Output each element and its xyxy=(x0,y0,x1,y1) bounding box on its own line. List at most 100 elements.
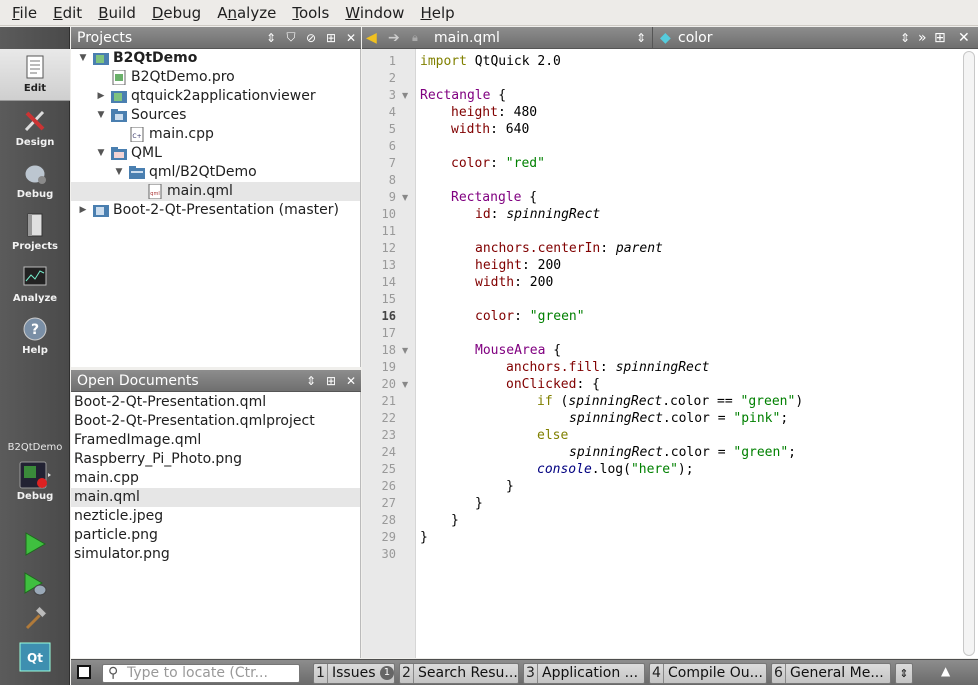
open-document-item[interactable]: Boot-2-Qt-Presentation.qml xyxy=(71,393,360,412)
tree-item[interactable]: ▶ qtquick2applicationviewer xyxy=(71,87,360,106)
tree-item[interactable]: ▶ Boot-2-Qt-Presentation (master) xyxy=(71,201,360,220)
maximize-output-icon[interactable]: ▲ xyxy=(941,664,950,678)
menu-window[interactable]: Window xyxy=(337,0,412,26)
tree-item-label: qml/B2QtDemo xyxy=(149,164,257,180)
open-document-item[interactable]: Boot-2-Qt-Presentation.qmlproject xyxy=(71,412,360,431)
tree-item[interactable]: B2QtDemo.pro xyxy=(71,68,360,87)
close-pane-icon[interactable]: ✕ xyxy=(341,27,361,49)
more-output-tabs-icon[interactable]: ⇕ xyxy=(895,663,913,684)
vertical-scrollbar[interactable] xyxy=(963,51,975,656)
file-selector-arrows-icon[interactable]: ⇕ xyxy=(636,27,646,49)
tree-item-selected[interactable]: qml main.qml xyxy=(71,182,360,201)
status-bar: ⚲ Type to locate (Ctr... 1 Issues 1 2 Sear… xyxy=(71,659,978,685)
open-document-item[interactable]: particle.png xyxy=(71,526,360,545)
mode-label: Debug xyxy=(16,189,54,200)
fold-arrow-icon[interactable]: ▼ xyxy=(402,342,412,359)
mode-edit[interactable]: Edit xyxy=(0,49,70,101)
mode-projects[interactable]: Projects xyxy=(0,207,70,259)
open-document-item[interactable]: main.cpp xyxy=(71,469,360,488)
code-line: anchors.centerIn: parent xyxy=(475,241,663,256)
split-editor-icon[interactable]: ⊞ xyxy=(934,27,946,49)
line-number-gutter: 1 2 3 4 5 6 7 8 9 10 11 12 13 14 15 16 1… xyxy=(362,49,416,658)
symbol-selector[interactable]: color xyxy=(678,27,712,49)
menu-help[interactable]: Help xyxy=(412,0,462,26)
mode-help[interactable]: ? Help xyxy=(0,311,70,363)
fold-arrow-icon[interactable]: ▼ xyxy=(402,189,412,206)
view-selector-arrows-icon[interactable]: ⇕ xyxy=(301,370,321,392)
file-lock-icon: 🔒︎ xyxy=(412,31,418,44)
line-number: 21 xyxy=(381,394,396,408)
tree-item[interactable]: ▼ qml/B2QtDemo xyxy=(71,163,360,182)
line-number: 13 xyxy=(381,258,396,272)
locator-placeholder: Type to locate (Ctr... xyxy=(127,665,268,681)
filter-icon[interactable]: ⛉ xyxy=(281,27,301,49)
output-tab-issues[interactable]: 1 Issues 1 xyxy=(313,663,395,684)
open-file-selector[interactable]: main.qml xyxy=(434,27,500,49)
output-tab-application-output[interactable]: 3 Application ... xyxy=(523,663,645,684)
code-line: color: "red" xyxy=(451,156,545,171)
split-pane-icon[interactable]: ⊞ xyxy=(321,27,341,49)
folder-icon xyxy=(129,166,145,179)
tree-item-label: main.cpp xyxy=(149,126,214,142)
tree-expand-arrow[interactable]: ▶ xyxy=(95,87,107,106)
build-button[interactable] xyxy=(18,602,52,636)
open-document-item[interactable]: nezticle.jpeg xyxy=(71,507,360,526)
view-selector-arrows-icon[interactable]: ⇕ xyxy=(261,27,281,49)
mode-analyze[interactable]: Analyze xyxy=(0,259,70,311)
menu-file[interactable]: File xyxy=(4,0,45,26)
fold-arrow-icon[interactable]: ▼ xyxy=(402,87,412,104)
tree-expand-arrow[interactable]: ▼ xyxy=(95,144,107,163)
output-tab-compile-output[interactable]: 4 Compile Ou... xyxy=(649,663,767,684)
close-editor-icon[interactable]: ✕ xyxy=(958,27,970,49)
go-forward-icon[interactable]: ➔ xyxy=(388,27,400,49)
output-tab-label: Search Resu... xyxy=(418,665,518,681)
open-document-item[interactable]: FramedImage.qml xyxy=(71,431,360,450)
open-document-item[interactable]: simulator.png xyxy=(71,545,360,564)
output-tab-number: 3 xyxy=(524,664,538,683)
go-back-icon[interactable]: ◀ xyxy=(366,27,377,49)
output-tab-general-messages[interactable]: 6 General Me... xyxy=(771,663,891,684)
tree-expand-arrow[interactable]: ▶ xyxy=(77,201,89,220)
menu-debug[interactable]: Debug xyxy=(144,0,209,26)
code-editor[interactable]: 1 2 3 4 5 6 7 8 9 10 11 12 13 14 15 16 1… xyxy=(362,49,978,658)
locator-input[interactable]: ⚲ Type to locate (Ctr... xyxy=(102,664,300,683)
line-number: 6 xyxy=(388,139,396,153)
menu-tools[interactable]: Tools xyxy=(284,0,337,26)
qt-logo-button[interactable]: Qt xyxy=(18,640,52,674)
fold-arrow-icon[interactable]: ▼ xyxy=(402,376,412,393)
tree-item[interactable]: C+ main.cpp xyxy=(71,125,360,144)
tree-expand-arrow[interactable]: ▼ xyxy=(113,163,125,182)
kit-selector[interactable]: Debug xyxy=(0,457,70,511)
edit-document-icon xyxy=(26,55,44,79)
tree-item[interactable]: ▼ Sources xyxy=(71,106,360,125)
svg-text:qml: qml xyxy=(150,191,159,197)
link-with-editor-icon[interactable]: ⊘ xyxy=(301,27,321,49)
line-number: 17 xyxy=(381,326,396,340)
menu-bar: File Edit Build Debug Analyze Tools Wind… xyxy=(0,0,978,26)
debug-run-button[interactable] xyxy=(18,567,52,601)
debug-bug-icon xyxy=(24,164,46,184)
open-document-item-selected[interactable]: main.qml xyxy=(71,488,360,507)
tree-item[interactable]: ▼ B2QtDemo xyxy=(71,49,360,68)
menu-build[interactable]: Build xyxy=(90,0,144,26)
more-chevron-icon[interactable]: » xyxy=(918,27,927,49)
mode-debug[interactable]: Debug xyxy=(0,155,70,207)
open-document-item[interactable]: Raspberry_Pi_Photo.png xyxy=(71,450,360,469)
run-button[interactable] xyxy=(18,527,52,561)
close-pane-icon[interactable]: ✕ xyxy=(341,370,361,392)
tree-item[interactable]: ▼ QML xyxy=(71,144,360,163)
output-tab-number: 1 xyxy=(314,664,328,683)
svg-text:C+: C+ xyxy=(132,133,141,140)
tree-expand-arrow[interactable]: ▼ xyxy=(95,106,107,125)
output-tab-search-results[interactable]: 2 Search Resu... xyxy=(399,663,519,684)
code-line: anchors.fill: spinningRect xyxy=(506,360,710,375)
line-number: 14 xyxy=(381,275,396,289)
tree-expand-arrow[interactable]: ▼ xyxy=(77,49,89,68)
menu-edit[interactable]: Edit xyxy=(45,0,90,26)
mode-design[interactable]: Design xyxy=(0,103,70,155)
mode-label: Help xyxy=(22,345,48,356)
split-pane-icon[interactable]: ⊞ xyxy=(321,370,341,392)
menu-analyze[interactable]: Analyze xyxy=(209,0,284,26)
symbol-selector-arrows-icon[interactable]: ⇕ xyxy=(900,27,910,49)
toggle-sidebar-icon[interactable] xyxy=(77,665,91,679)
